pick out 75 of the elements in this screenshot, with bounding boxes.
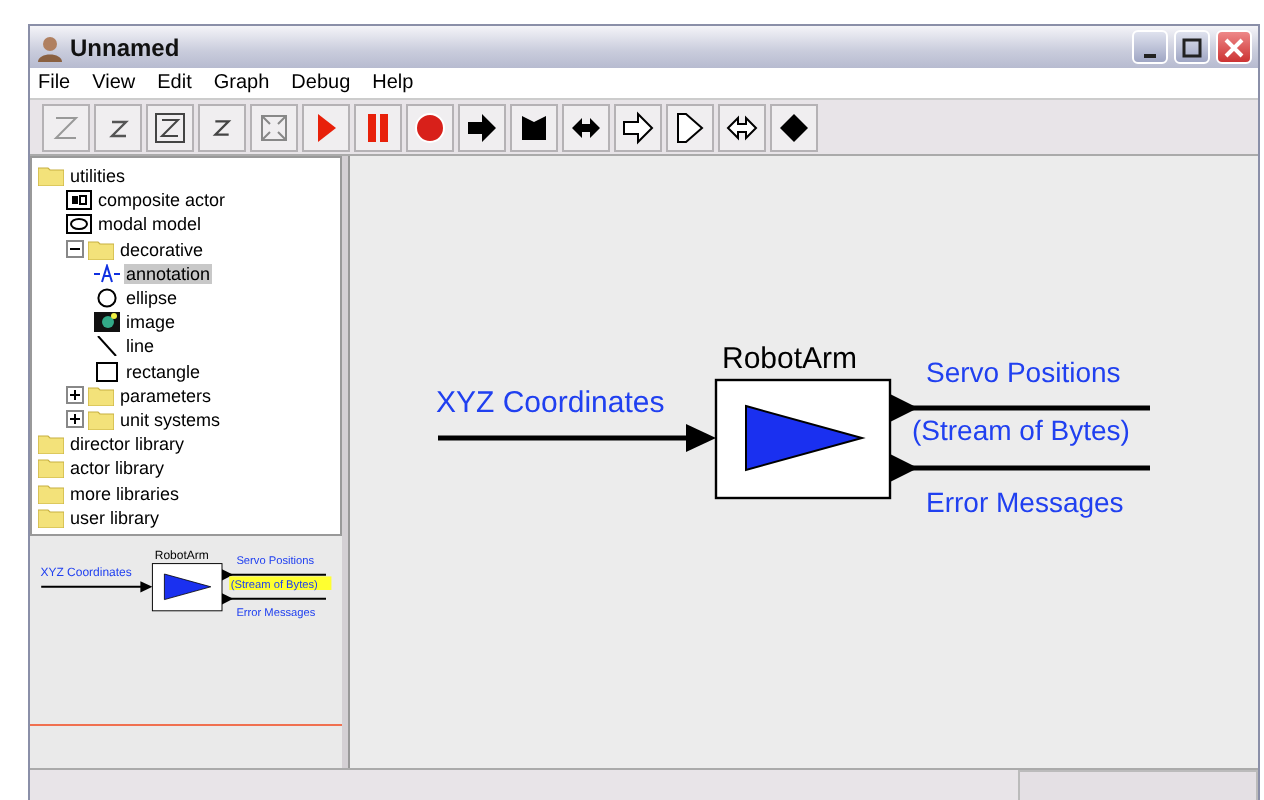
tree-item[interactable]: utilities [68, 166, 128, 187]
toolbar-button[interactable] [718, 103, 766, 151]
modal-icon [66, 214, 92, 235]
port-label: Servo Positions [926, 356, 1121, 388]
toolbar-button[interactable] [458, 103, 506, 151]
actor-block[interactable] [151, 563, 223, 612]
folder-icon [88, 239, 114, 260]
image-icon [94, 312, 120, 333]
connection-arrow [40, 581, 153, 593]
folder-icon [38, 483, 64, 504]
folder-icon [38, 458, 64, 479]
arrow-icon [464, 109, 500, 145]
annotation-icon [94, 263, 120, 284]
expand-icon[interactable] [66, 410, 84, 429]
toolbar-button[interactable] [198, 103, 246, 151]
stop-icon [412, 109, 448, 145]
tree-item[interactable]: annotation [124, 263, 213, 284]
actor-name: RobotArm [722, 342, 858, 376]
zoom-fit-icon [152, 109, 188, 145]
tree-item[interactable]: line [124, 336, 157, 357]
folder-icon [38, 507, 64, 528]
line-icon [94, 336, 120, 357]
composite-icon [66, 190, 92, 211]
port-label: XYZ Coordinates [436, 386, 665, 420]
menu-item[interactable]: View [92, 72, 136, 94]
minimize-button[interactable] [1132, 30, 1168, 64]
rectangle-icon [94, 361, 120, 382]
window-title: Unnamed [70, 33, 182, 61]
tree-item[interactable]: user library [68, 507, 162, 528]
toolbar-button[interactable] [770, 103, 818, 151]
menu-item[interactable]: File [38, 72, 71, 94]
toolbar-button[interactable] [614, 103, 662, 151]
toolbar-button[interactable] [146, 103, 194, 151]
tree-item[interactable]: composite actor [96, 190, 228, 211]
zoom-out-icon [212, 117, 232, 137]
tree-item[interactable]: unit systems [118, 409, 223, 430]
collapse-icon[interactable] [66, 240, 84, 259]
tree-item[interactable]: actor library [68, 458, 167, 479]
toolbar-button[interactable] [94, 103, 142, 151]
port-label: (Stream of Bytes) [912, 414, 1130, 446]
tree-item[interactable]: director library [68, 434, 187, 455]
menu-item[interactable]: Graph [213, 72, 270, 94]
folder-icon [38, 434, 64, 455]
folder-icon [88, 409, 114, 430]
toolbar-button[interactable] [510, 103, 558, 151]
close-icon [1224, 37, 1244, 57]
folder-icon [88, 385, 114, 406]
menu-item[interactable]: Edit [157, 72, 192, 94]
toolbar-button[interactable] [666, 103, 714, 151]
output-port-arrow [221, 569, 327, 581]
maximize-icon [1182, 37, 1202, 57]
tree-item[interactable]: more libraries [68, 483, 182, 504]
expand-icon[interactable] [66, 386, 84, 405]
app-icon [36, 33, 64, 61]
ellipse-icon [94, 288, 120, 309]
maximize-button[interactable] [1174, 30, 1210, 64]
tree-item[interactable]: modal model [96, 214, 204, 235]
minimize-icon [1144, 53, 1156, 57]
diamond-icon [776, 109, 812, 145]
full-screen-icon [256, 109, 292, 145]
tree-item[interactable]: image [124, 312, 178, 333]
outline-flag-icon [672, 109, 708, 145]
toolbar-button[interactable] [562, 103, 610, 151]
close-button[interactable] [1216, 30, 1252, 64]
port-label: Error Messages [926, 486, 1124, 518]
tree-item[interactable]: decorative [118, 239, 206, 260]
actor-block[interactable] [714, 378, 892, 500]
tree-item[interactable]: rectangle [124, 361, 203, 382]
folder-icon [38, 166, 64, 187]
menu-item[interactable]: Debug [291, 72, 351, 94]
tree-item[interactable]: ellipse [124, 288, 180, 309]
output-port-arrow [221, 593, 327, 605]
tree-item[interactable]: parameters [118, 385, 214, 406]
outline-arrow-icon [620, 109, 656, 145]
menu-item[interactable]: Help [372, 72, 414, 94]
